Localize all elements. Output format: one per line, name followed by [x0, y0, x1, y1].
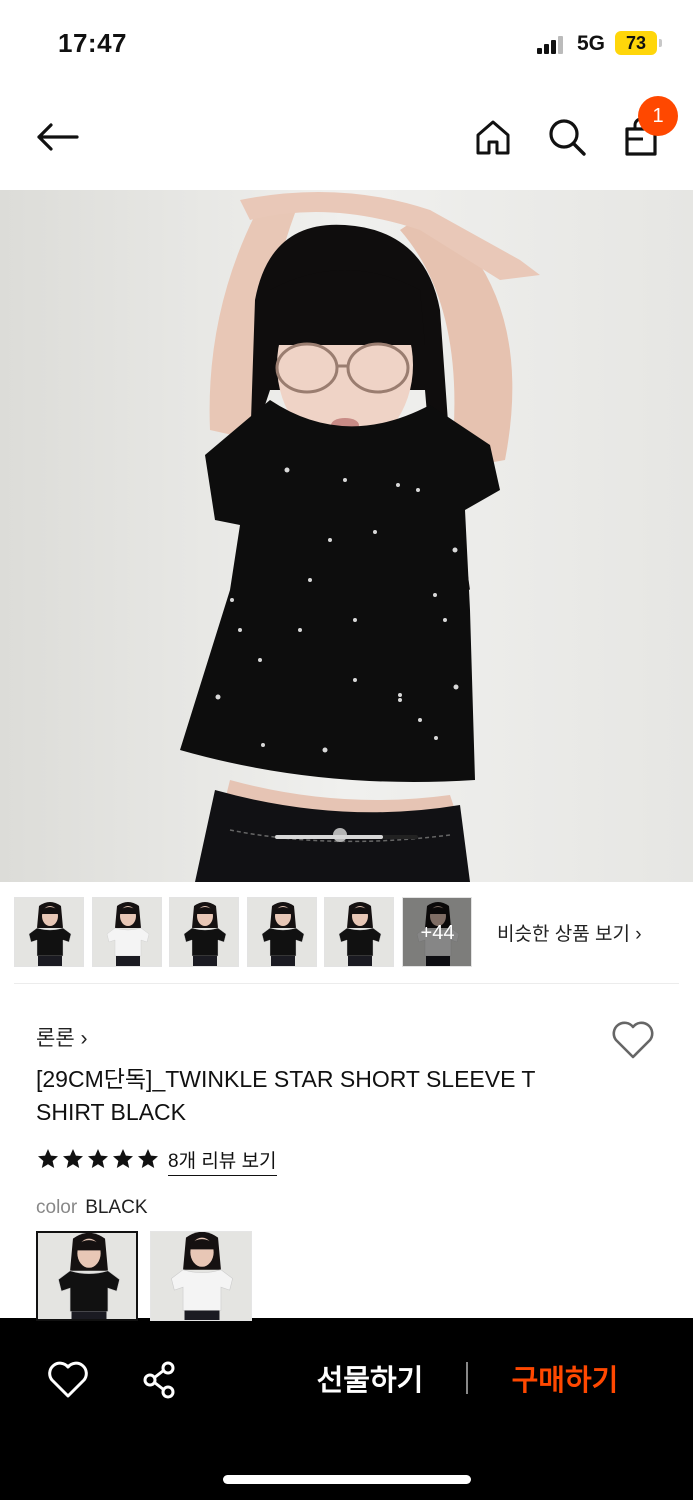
product-main-image[interactable] — [0, 190, 693, 882]
back-button[interactable] — [30, 114, 84, 160]
review-link[interactable]: 8개 리뷰 보기 — [168, 1146, 277, 1176]
option-label: color — [36, 1197, 78, 1218]
home-icon — [476, 120, 510, 155]
thumbnail-4[interactable] — [246, 897, 317, 967]
home-indicator — [223, 1475, 471, 1484]
more-images-count: +44 — [402, 898, 471, 966]
star-icon — [61, 1147, 85, 1176]
star-icon — [111, 1147, 135, 1176]
similar-products-link[interactable]: 비슷한 상품 보기 › — [497, 919, 642, 946]
color-option-row: color BLACK — [36, 1197, 148, 1219]
divider — [14, 983, 679, 984]
image-carousel-progress-fill — [275, 835, 383, 839]
color-option-black[interactable] — [36, 1231, 138, 1321]
battery-tip — [659, 39, 662, 47]
thumbnail-5[interactable] — [324, 897, 394, 967]
network-type: 5G — [577, 32, 606, 55]
heart-icon — [612, 1021, 654, 1059]
signal-icon — [537, 36, 565, 54]
heart-icon — [48, 1361, 88, 1398]
bottom-action-bar: 선물하기 구매하기 — [0, 1318, 693, 1500]
share-icon — [143, 1361, 175, 1399]
status-bar: 17:47 5G 73 — [0, 0, 693, 86]
star-icon — [36, 1147, 60, 1176]
cart-count-badge: 1 — [638, 96, 678, 136]
thumbnail-2[interactable] — [91, 897, 162, 967]
product-title: [29CM단독]_TWINKLE STAR SHORT SLEEVE T SHI… — [36, 1066, 536, 1125]
rating-row: 8개 리뷰 보기 — [36, 1146, 277, 1176]
status-time: 17:47 — [58, 28, 127, 58]
thumbnail-6[interactable]: +44 — [401, 897, 472, 967]
star-rating — [36, 1147, 160, 1176]
search-button[interactable] — [544, 114, 590, 160]
star-icon — [86, 1147, 110, 1176]
thumbnail-1[interactable] — [14, 897, 84, 967]
share-button[interactable] — [138, 1358, 182, 1402]
home-button[interactable] — [470, 114, 516, 160]
search-icon — [549, 119, 586, 156]
gift-button[interactable]: 선물하기 — [300, 1358, 440, 1404]
image-thumbnail-strip: 비슷한 상품 보기 › +44 — [14, 897, 684, 969]
thumbnail-3[interactable] — [169, 897, 239, 967]
wishlist-button[interactable] — [610, 1019, 656, 1061]
battery-icon: 73 — [615, 31, 657, 55]
bar-separator — [466, 1362, 468, 1394]
color-option-white[interactable] — [150, 1231, 252, 1321]
back-arrow-icon — [37, 123, 79, 151]
star-icon — [136, 1147, 160, 1176]
brand-link[interactable]: 론론 › — [36, 1022, 87, 1052]
buy-button[interactable]: 구매하기 — [495, 1358, 635, 1404]
bottom-wishlist-button[interactable] — [46, 1358, 90, 1402]
option-value: BLACK — [85, 1197, 148, 1218]
nav-bar — [0, 86, 693, 190]
